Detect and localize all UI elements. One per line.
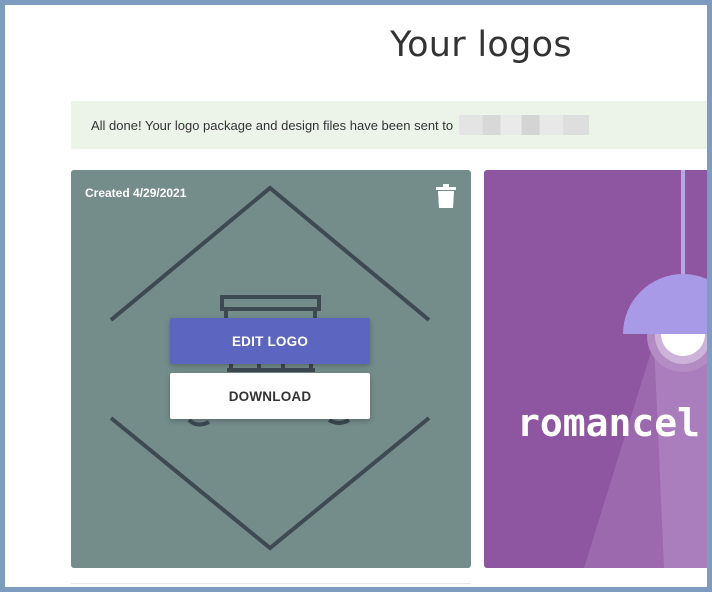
notice-text: All done! Your logo package and design f… <box>91 117 454 133</box>
download-button[interactable]: DOWNLOAD <box>170 373 370 419</box>
logo-card[interactable]: romancel <box>484 170 707 568</box>
trash-icon[interactable] <box>435 184 457 208</box>
created-date: Created 4/29/2021 <box>85 186 187 200</box>
redacted-email <box>459 115 590 135</box>
diamond-top-edge <box>109 185 431 322</box>
page-title: Your logos <box>390 25 572 65</box>
logo-artwork <box>109 185 431 551</box>
pendant-lamp-icon <box>584 170 707 568</box>
diamond-bottom-edge <box>109 416 431 551</box>
edit-logo-button[interactable]: EDIT LOGO <box>170 318 370 364</box>
next-card-edge <box>71 583 471 587</box>
browser-viewport: Your logos All done! Your logo package a… <box>5 5 707 587</box>
wordmark-fragment <box>187 418 351 427</box>
logo-brand-text: romancel <box>517 401 701 445</box>
logo-card[interactable]: Created 4/29/2021 EDIT LOGO DOWNLOAD <box>71 170 471 568</box>
success-notice: All done! Your logo package and design f… <box>71 101 707 149</box>
